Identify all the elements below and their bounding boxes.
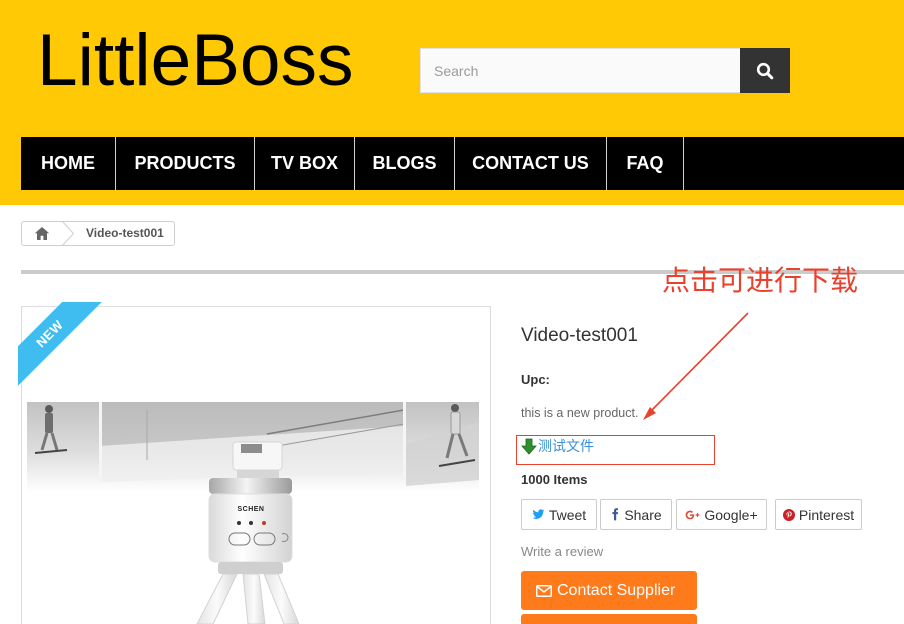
- pinterest-icon: [782, 508, 795, 521]
- secondary-action-button[interactable]: [521, 614, 697, 624]
- facebook-icon: [612, 508, 619, 521]
- new-ribbon: NEW: [18, 302, 106, 390]
- google-plus-icon: [685, 510, 700, 519]
- search-button[interactable]: [740, 48, 790, 93]
- nav-item-home[interactable]: HOME: [21, 137, 116, 190]
- pinterest-button[interactable]: Pinterest: [775, 499, 862, 530]
- search-icon: [756, 62, 774, 79]
- breadcrumb-current: Video-test001: [86, 226, 164, 240]
- tweet-button[interactable]: Tweet: [521, 499, 597, 530]
- annotation-highlight-box: [516, 435, 715, 465]
- breadcrumb-home-link[interactable]: [34, 226, 50, 241]
- envelope-icon: [536, 584, 552, 597]
- nav-item-products[interactable]: PRODUCTS: [116, 137, 255, 190]
- nav-item-tv-box[interactable]: TV BOX: [255, 137, 355, 190]
- upc-label: Upc:: [521, 372, 550, 387]
- breadcrumb: Video-test001: [21, 221, 175, 246]
- google-plus-label: Google+: [704, 506, 758, 523]
- nav-item-contact-us[interactable]: CONTACT US: [455, 137, 607, 190]
- stock-count: 1000 Items: [521, 472, 588, 487]
- annotation-text: 点击可进行下载: [662, 264, 859, 297]
- nav-item-faq[interactable]: FAQ: [607, 137, 684, 190]
- breadcrumb-separator: [61, 221, 75, 246]
- facebook-share-label: Share: [624, 506, 662, 523]
- product-photo-brand: SCHEN: [237, 506, 265, 513]
- nav-item-blogs[interactable]: BLOGS: [355, 137, 455, 190]
- facebook-share-button[interactable]: Share: [600, 499, 672, 530]
- page: LittleBoss HOME PRODUCTS TV BOX BLOGS CO…: [0, 0, 904, 624]
- product-title: Video-test001: [521, 325, 638, 346]
- pinterest-label: Pinterest: [798, 506, 855, 523]
- google-plus-button[interactable]: Google+: [676, 499, 767, 530]
- write-review-link[interactable]: Write a review: [521, 544, 603, 560]
- contact-supplier-button[interactable]: Contact Supplier: [521, 571, 697, 610]
- main-nav: HOME PRODUCTS TV BOX BLOGS CONTACT US FA…: [21, 137, 904, 190]
- contact-supplier-label: Contact Supplier: [557, 581, 676, 599]
- tweet-label: Tweet: [548, 506, 587, 523]
- product-description: this is a new product.: [521, 406, 639, 420]
- new-badge: NEW: [18, 302, 106, 390]
- search-input[interactable]: [420, 48, 740, 93]
- twitter-icon: [532, 509, 545, 519]
- home-icon: [34, 227, 50, 240]
- site-header: LittleBoss HOME PRODUCTS TV BOX BLOGS CO…: [0, 0, 904, 205]
- site-logo[interactable]: LittleBoss: [37, 24, 354, 97]
